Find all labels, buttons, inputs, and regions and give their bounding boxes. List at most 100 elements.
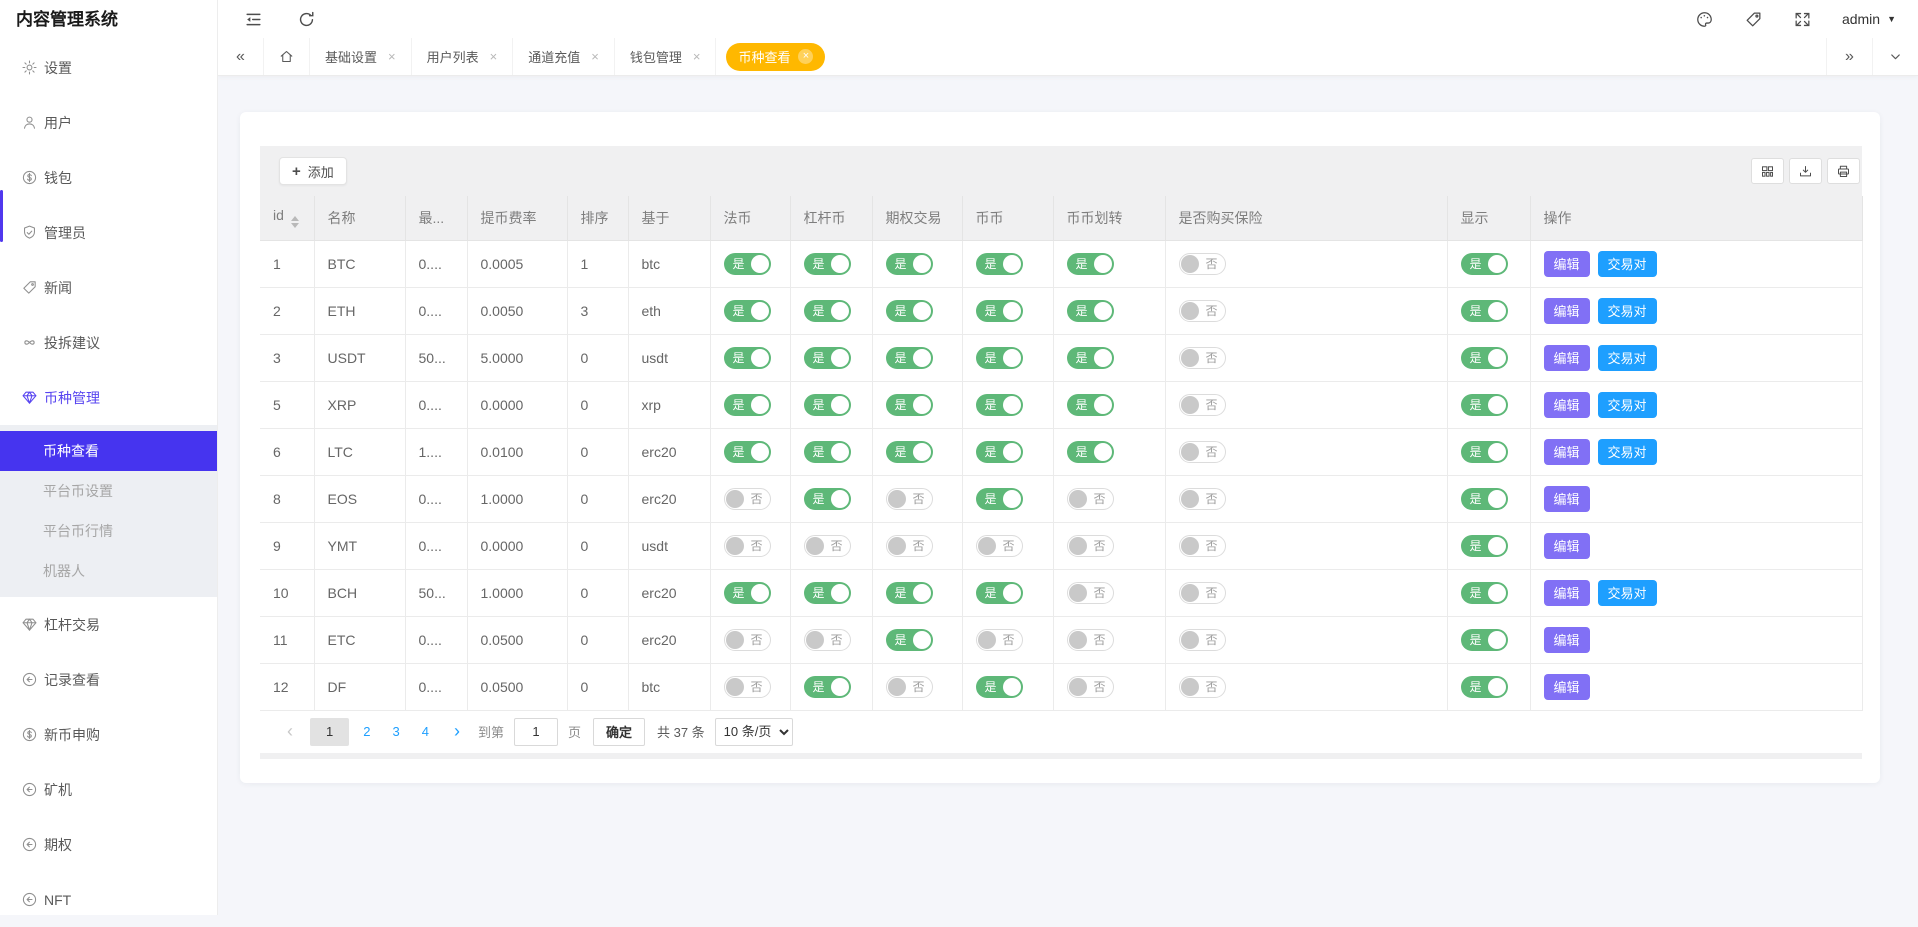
page-button-3[interactable]: 3 <box>384 718 407 746</box>
toggle-option[interactable]: 是 <box>886 347 933 369</box>
toggle-insurance[interactable]: 否 <box>1179 535 1226 557</box>
toggle-option[interactable]: 否 <box>886 488 933 510</box>
toggle-transfer[interactable]: 是 <box>1067 441 1114 463</box>
page-button-1[interactable]: 1 <box>310 718 349 746</box>
toggle-option[interactable]: 是 <box>886 300 933 322</box>
toggle-fiat[interactable]: 否 <box>724 629 771 651</box>
toggle-show[interactable]: 是 <box>1461 394 1508 416</box>
fullscreen-icon[interactable] <box>1793 10 1812 29</box>
toggle-show[interactable]: 是 <box>1461 300 1508 322</box>
toggle-fiat[interactable]: 否 <box>724 488 771 510</box>
sidebar-item-news[interactable]: 新闻 <box>0 260 217 315</box>
toggle-show[interactable]: 是 <box>1461 676 1508 698</box>
tag-icon[interactable] <box>1744 10 1763 29</box>
toggle-transfer[interactable]: 否 <box>1067 488 1114 510</box>
theme-palette-icon[interactable] <box>1695 10 1714 29</box>
sidebar-item-option[interactable]: 期权 <box>0 817 217 872</box>
toggle-option[interactable]: 是 <box>886 629 933 651</box>
sort-icon[interactable] <box>291 216 299 228</box>
edit-button[interactable]: 编辑 <box>1544 439 1590 465</box>
tab-close-icon[interactable]: × <box>591 50 599 63</box>
toggle-fiat[interactable]: 是 <box>724 441 771 463</box>
toggle-leverage[interactable]: 是 <box>804 347 851 369</box>
sidebar-subitem-coin-view[interactable]: 币种查看 <box>0 431 217 471</box>
sidebar-item-nft[interactable]: NFT <box>0 872 217 927</box>
toggle-coin[interactable]: 是 <box>976 582 1023 604</box>
toggle-insurance[interactable]: 否 <box>1179 347 1226 369</box>
toggle-option[interactable]: 是 <box>886 394 933 416</box>
sidebar-subitem-platform-coin-settings[interactable]: 平台币设置 <box>0 471 217 511</box>
toggle-show[interactable]: 是 <box>1461 535 1508 557</box>
filter-columns-icon[interactable] <box>1751 158 1784 184</box>
edit-button[interactable]: 编辑 <box>1544 298 1590 324</box>
edit-button[interactable]: 编辑 <box>1544 251 1590 277</box>
sidebar-subitem-robot[interactable]: 机器人 <box>0 551 217 591</box>
next-page-icon[interactable]: › <box>444 718 470 746</box>
sidebar-subitem-platform-coin-market[interactable]: 平台币行情 <box>0 511 217 551</box>
toggle-transfer[interactable]: 否 <box>1067 676 1114 698</box>
tab-wallet-manage[interactable]: 钱包管理× <box>615 38 717 75</box>
toggle-insurance[interactable]: 否 <box>1179 441 1226 463</box>
toggle-leverage[interactable]: 是 <box>804 300 851 322</box>
toggle-coin[interactable]: 是 <box>976 441 1023 463</box>
page-size-select[interactable]: 10 条/页 <box>715 718 793 746</box>
tabs-back-icon[interactable]: « <box>218 38 264 75</box>
toggle-fiat[interactable]: 是 <box>724 347 771 369</box>
pair-button[interactable]: 交易对 <box>1598 439 1657 465</box>
toggle-transfer[interactable]: 是 <box>1067 347 1114 369</box>
toggle-fiat[interactable]: 是 <box>724 300 771 322</box>
toggle-transfer[interactable]: 否 <box>1067 535 1114 557</box>
toggle-leverage[interactable]: 是 <box>804 441 851 463</box>
toggle-coin[interactable]: 否 <box>976 535 1023 557</box>
col-id[interactable]: id <box>260 196 314 240</box>
toggle-option[interactable]: 是 <box>886 253 933 275</box>
toggle-insurance[interactable]: 否 <box>1179 394 1226 416</box>
toggle-coin[interactable]: 是 <box>976 488 1023 510</box>
toggle-leverage[interactable]: 否 <box>804 535 851 557</box>
confirm-button[interactable]: 确定 <box>593 718 645 746</box>
toggle-fiat[interactable]: 是 <box>724 253 771 275</box>
toggle-fiat[interactable]: 否 <box>724 535 771 557</box>
edit-button[interactable]: 编辑 <box>1544 533 1590 559</box>
toggle-insurance[interactable]: 否 <box>1179 629 1226 651</box>
export-icon[interactable] <box>1789 158 1822 184</box>
toggle-insurance[interactable]: 否 <box>1179 488 1226 510</box>
collapse-sidebar-icon[interactable] <box>244 10 263 29</box>
tab-coin-view[interactable]: 币种查看× <box>726 43 825 71</box>
tabs-dropdown-icon[interactable] <box>1872 38 1918 75</box>
toggle-option[interactable]: 否 <box>886 676 933 698</box>
pair-button[interactable]: 交易对 <box>1598 298 1657 324</box>
toggle-show[interactable]: 是 <box>1461 253 1508 275</box>
pair-button[interactable]: 交易对 <box>1598 345 1657 371</box>
toggle-show[interactable]: 是 <box>1461 582 1508 604</box>
sidebar-item-leverage-trade[interactable]: 杠杆交易 <box>0 597 217 652</box>
goto-page-input[interactable] <box>514 718 558 746</box>
toggle-option[interactable]: 否 <box>886 535 933 557</box>
sidebar-item-admin[interactable]: 管理员 <box>0 205 217 260</box>
sidebar-item-wallet[interactable]: 钱包 <box>0 150 217 205</box>
toggle-transfer[interactable]: 是 <box>1067 253 1114 275</box>
page-button-2[interactable]: 2 <box>355 718 378 746</box>
page-button-4[interactable]: 4 <box>414 718 437 746</box>
edit-button[interactable]: 编辑 <box>1544 674 1590 700</box>
sidebar-item-settings[interactable]: 设置 <box>0 40 217 95</box>
refresh-icon[interactable] <box>297 10 316 29</box>
toggle-coin[interactable]: 是 <box>976 253 1023 275</box>
edit-button[interactable]: 编辑 <box>1544 580 1590 606</box>
toggle-leverage[interactable]: 是 <box>804 394 851 416</box>
sidebar-scrollbar[interactable] <box>0 190 3 242</box>
toggle-coin[interactable]: 否 <box>976 629 1023 651</box>
pair-button[interactable]: 交易对 <box>1598 392 1657 418</box>
toggle-leverage[interactable]: 是 <box>804 676 851 698</box>
toggle-leverage[interactable]: 否 <box>804 629 851 651</box>
prev-page-icon[interactable]: ‹ <box>277 718 303 746</box>
tab-close-icon[interactable]: × <box>490 50 498 63</box>
toggle-leverage[interactable]: 是 <box>804 253 851 275</box>
add-button[interactable]: + 添加 <box>279 157 347 185</box>
sidebar-item-records[interactable]: 记录查看 <box>0 652 217 707</box>
tab-channel-recharge[interactable]: 通道充值× <box>513 38 615 75</box>
print-icon[interactable] <box>1827 158 1860 184</box>
tab-basic-settings[interactable]: 基础设置× <box>310 38 412 75</box>
tab-close-icon[interactable]: × <box>798 49 813 64</box>
pair-button[interactable]: 交易对 <box>1598 251 1657 277</box>
